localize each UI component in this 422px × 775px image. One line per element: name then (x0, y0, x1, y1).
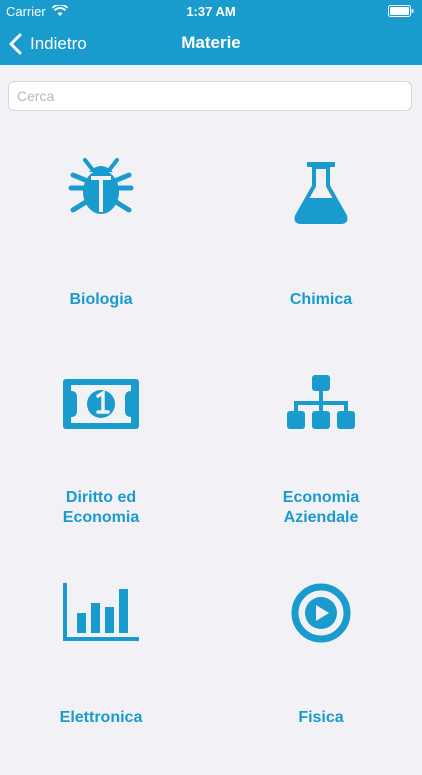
subject-label-line2: Aziendale (283, 509, 359, 526)
subject-label-line1: Diritto ed (65, 489, 137, 506)
header: Carrier 1:37 AM Indietro Materie (0, 0, 422, 65)
subject-label: Chimica (220, 290, 422, 310)
subject-label-line2: Economia (62, 509, 140, 526)
flask-icon (294, 162, 348, 224)
search-input[interactable] (8, 81, 412, 111)
banknote-icon (63, 379, 139, 429)
bug-icon (68, 158, 134, 214)
subject-tile-fisica[interactable]: Fisica (220, 575, 422, 775)
subject-tile-diritto-economia[interactable]: Diritto ed Economia (0, 365, 202, 565)
subject-label-line1: Chimica (289, 291, 353, 308)
battery-icon (388, 5, 414, 20)
subject-label: Diritto ed Economia (0, 488, 202, 528)
subject-tile-biologia[interactable]: Biologia (0, 150, 202, 350)
subject-label: Economia Aziendale (220, 488, 422, 528)
page-title: Materie (181, 33, 241, 52)
status-bar: Carrier 1:37 AM (0, 0, 422, 22)
play-circle-icon (291, 583, 351, 643)
status-time: 1:37 AM (186, 4, 236, 19)
subject-label-line1: Elettronica (59, 709, 143, 726)
subject-tile-chimica[interactable]: Chimica (220, 150, 422, 350)
hierarchy-icon (287, 375, 355, 429)
subject-label: Elettronica (0, 708, 202, 728)
subject-label-line1: Fisica (298, 709, 344, 726)
subject-label-line1: Economia (282, 489, 360, 506)
bar-chart-icon (63, 583, 139, 641)
nav-bar: Indietro Materie (0, 22, 422, 65)
subject-label-line1: Biologia (69, 291, 133, 308)
subject-label: Biologia (0, 290, 202, 310)
subject-tile-elettronica[interactable]: Elettronica (0, 575, 202, 775)
subject-tile-economia-aziendale[interactable]: Economia Aziendale (220, 365, 422, 565)
subject-label: Fisica (220, 708, 422, 728)
